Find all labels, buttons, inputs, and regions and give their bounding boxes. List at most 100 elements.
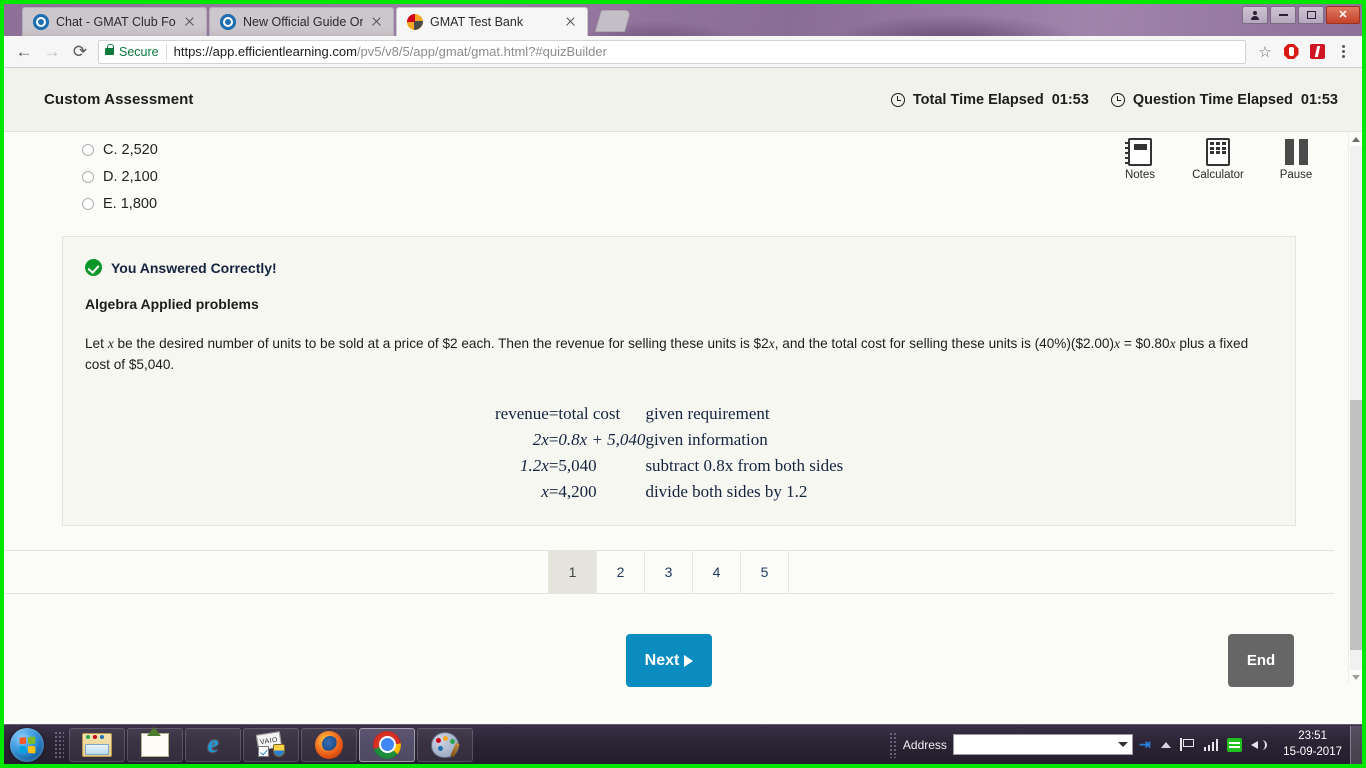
maximize-button[interactable] [1298, 6, 1324, 24]
omnibox-divider [165, 43, 167, 60]
math-note: given information [645, 430, 768, 450]
close-window-button[interactable]: ✕ [1326, 6, 1360, 24]
photo-icon [141, 732, 169, 757]
url-origin: https://app.efficientlearning.com [173, 44, 357, 59]
taskbar-clock[interactable]: 23:51 15-09-2017 [1275, 729, 1350, 760]
flash-icon [1309, 44, 1325, 59]
address-bar[interactable]: Secure https://app.efficientlearning.com… [98, 39, 1246, 64]
timer-label: Total Time Elapsed [912, 91, 1044, 108]
action-center-icon[interactable] [1179, 738, 1195, 751]
taskbar-item-firefox[interactable] [301, 727, 357, 762]
math-lhs: 2x [532, 430, 549, 450]
math-note: divide both sides by 1.2 [645, 482, 808, 502]
tab-close-icon[interactable] [182, 14, 198, 30]
browser-tab-2-active[interactable]: GMAT Test Bank [396, 7, 588, 36]
network-icon[interactable] [1203, 738, 1219, 751]
timer-value: 01:53 [1300, 91, 1338, 108]
pagination: 1 2 3 4 5 [548, 551, 789, 593]
show-desktop-button[interactable] [1350, 725, 1362, 764]
firefox-icon [315, 730, 343, 759]
page-item-5[interactable]: 5 [740, 551, 789, 593]
radio-icon[interactable] [82, 170, 94, 183]
math-lhs: x [541, 482, 549, 502]
taskbar-item-windows-explorer[interactable] [69, 727, 125, 762]
system-tray [1155, 737, 1276, 752]
math-row: 1.2x = 5,040 subtract 0.8x from both sid… [495, 453, 843, 479]
reload-button[interactable]: ⟳ [66, 38, 94, 66]
next-button[interactable]: Next [626, 634, 712, 687]
math-row: revenue = total cost given requirement [495, 401, 843, 427]
bookmark-star-button[interactable]: ☆ [1252, 39, 1278, 65]
back-button[interactable]: ← [10, 38, 38, 66]
math-eq: = [548, 482, 559, 502]
chevron-up-icon [1351, 136, 1360, 142]
para-text-2: be the desired number of units to be sol… [113, 336, 769, 351]
explanation-panel: You Answered Correctly! Algebra Applied … [62, 236, 1296, 526]
minimize-button[interactable] [1270, 6, 1296, 24]
math-row: x = 4,200 divide both sides by 1.2 [495, 479, 843, 505]
browser-tab-strip: Chat - GMAT Club Forum New Official Guid… [4, 4, 1362, 36]
close-icon: ✕ [1338, 8, 1348, 21]
page-item-2[interactable]: 2 [596, 551, 645, 593]
answer-choice-c[interactable]: C. 2,520 [82, 136, 1348, 163]
clock-date: 15-09-2017 [1283, 745, 1342, 758]
testbank-favicon-icon [407, 14, 423, 30]
profile-button[interactable] [1242, 6, 1268, 24]
page-scrollbar[interactable] [1348, 132, 1362, 684]
taskbar-grip[interactable] [54, 730, 64, 759]
para-text-3: , and the total cost for selling these u… [774, 336, 1114, 351]
tab-close-icon[interactable] [369, 14, 385, 30]
tab-close-icon[interactable] [563, 14, 579, 30]
radio-icon[interactable] [82, 197, 94, 210]
address-deskband-input[interactable] [952, 734, 1133, 755]
new-tab-button[interactable] [594, 10, 632, 32]
math-eq: = [548, 404, 559, 424]
result-text: You Answered Correctly! [111, 259, 277, 276]
end-button-label: End [1246, 652, 1276, 669]
deskband-grip[interactable] [888, 731, 897, 758]
end-button[interactable]: End [1228, 634, 1294, 687]
radio-icon[interactable] [82, 143, 94, 156]
windows-taskbar: e VAIO Address ⇥ 23:51 15-09-2017 [4, 724, 1362, 764]
forward-button[interactable]: → [38, 38, 66, 66]
scroll-down-button[interactable] [1349, 670, 1362, 684]
taskbar-item-vaio-care[interactable]: VAIO [243, 727, 299, 762]
chevron-down-icon[interactable] [1117, 742, 1128, 747]
show-hidden-icons-icon[interactable] [1160, 741, 1171, 748]
scrollbar-thumb[interactable] [1350, 400, 1362, 650]
taskbar-item-paint[interactable] [417, 727, 473, 762]
lock-icon [105, 44, 114, 55]
flash-extension-button[interactable] [1304, 39, 1330, 65]
taskbar-item-internet-explorer[interactable]: e [185, 727, 241, 762]
sync-icon[interactable] [1227, 737, 1243, 752]
scroll-up-button[interactable] [1349, 132, 1362, 146]
clock-time: 23:51 [1298, 729, 1327, 742]
math-rhs: total cost [558, 404, 621, 424]
page-item-1[interactable]: 1 [548, 551, 597, 593]
topic-label: Algebra Applied problems [85, 296, 259, 312]
answer-choice-d[interactable]: D. 2,100 [82, 163, 1348, 190]
adblock-button[interactable] [1278, 39, 1304, 65]
browser-toolbar: ← → ⟳ Secure https://app.efficientlearni… [4, 36, 1362, 68]
check-circle-icon [85, 259, 102, 276]
chrome-menu-button[interactable] [1330, 39, 1356, 65]
taskbar-item-google-chrome[interactable] [359, 727, 415, 762]
math-rhs: 4,200 [558, 482, 597, 502]
start-button[interactable] [4, 726, 50, 764]
total-time-elapsed: Total Time Elapsed 01:53 [890, 91, 1089, 108]
page-item-3[interactable]: 3 [644, 551, 693, 593]
timer-label: Question Time Elapsed [1132, 91, 1293, 108]
question-content: C. 2,520 D. 2,100 E. 1,800 You Answered … [4, 132, 1348, 724]
app-header: Custom Assessment Total Time Elapsed 01:… [4, 68, 1362, 132]
answer-choice-e[interactable]: E. 1,800 [82, 190, 1348, 217]
taskbar-item-photo-viewer[interactable] [127, 727, 183, 762]
page-title: Custom Assessment [44, 91, 194, 108]
browser-tab-0[interactable]: Chat - GMAT Club Forum [22, 7, 207, 36]
volume-icon[interactable] [1251, 738, 1268, 752]
browser-tab-1[interactable]: New Official Guide Onlin [209, 7, 394, 36]
tab-title: New Official Guide Onlin [243, 15, 363, 29]
next-button-label: Next [644, 651, 680, 669]
page-item-4[interactable]: 4 [692, 551, 741, 593]
back-arrow-icon: ← [15, 41, 33, 61]
go-arrow-icon[interactable]: ⇥ [1139, 736, 1151, 753]
